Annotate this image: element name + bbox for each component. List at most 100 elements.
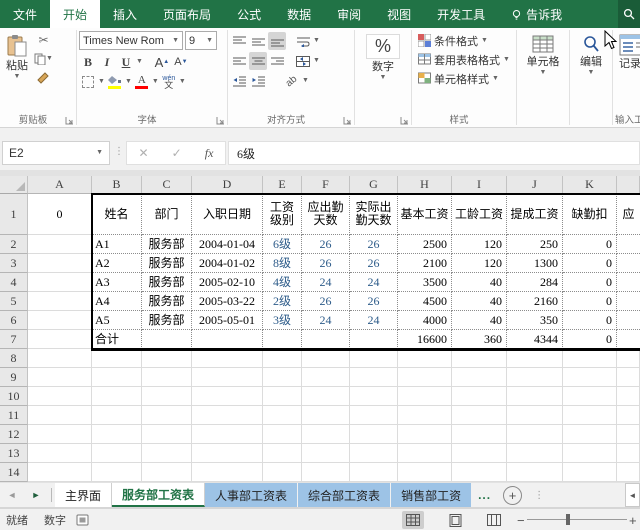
sheet-tab-general-dept[interactable]: 综合部工资表	[298, 483, 391, 507]
cell-C11[interactable]	[142, 406, 192, 425]
merge-center-dropdown-arrow[interactable]: ▼	[313, 58, 320, 64]
cell-I14[interactable]	[452, 463, 507, 482]
cell-L4[interactable]	[617, 273, 640, 292]
cell-H6[interactable]: 4000	[398, 311, 452, 330]
sheet-tab-hr-dept[interactable]: 人事部工资表	[205, 483, 298, 507]
cell-I10[interactable]	[452, 387, 507, 406]
row-header-8[interactable]: 8	[0, 349, 28, 368]
borders-dropdown-arrow[interactable]: ▼	[98, 79, 105, 85]
tab-tell-me[interactable]: 告诉我	[498, 0, 575, 28]
cell-H5[interactable]: 4500	[398, 292, 452, 311]
cell-E3[interactable]: 8级	[263, 254, 302, 273]
shrink-font-button[interactable]: A▼	[172, 53, 190, 71]
cell-A8[interactable]	[28, 349, 92, 368]
conditional-formatting-button[interactable]: 条件格式▼	[418, 31, 514, 50]
paste-button[interactable]: 粘贴 ▼	[2, 31, 32, 87]
row-header-5[interactable]: 5	[0, 292, 28, 311]
italic-button[interactable]: I	[98, 53, 116, 71]
col-header-K[interactable]: K	[563, 176, 617, 194]
cell-I8[interactable]	[452, 349, 507, 368]
cell-B7[interactable]: 合计	[92, 330, 142, 349]
tab-developer[interactable]: 开发工具	[424, 0, 498, 28]
borders-button[interactable]	[79, 73, 97, 91]
cell-G3[interactable]: 26	[350, 254, 398, 273]
cell-G12[interactable]	[350, 425, 398, 444]
cell-J5[interactable]: 2160	[507, 292, 563, 311]
cell-F10[interactable]	[302, 387, 350, 406]
row-header-10[interactable]: 10	[0, 387, 28, 406]
cell-H13[interactable]	[398, 444, 452, 463]
copy-button[interactable]: ▼	[34, 50, 53, 68]
cell-A10[interactable]	[28, 387, 92, 406]
horizontal-scroll-left-arrow[interactable]: ◄	[625, 483, 640, 507]
col-header-F[interactable]: F	[302, 176, 350, 194]
cell-B1[interactable]: 姓名	[92, 194, 142, 235]
number-dropdown-arrow[interactable]: ▼	[380, 75, 387, 81]
cell-B8[interactable]	[92, 349, 142, 368]
sheet-nav-prev[interactable]: ◄	[0, 483, 24, 507]
cell-B10[interactable]	[92, 387, 142, 406]
cell-L13[interactable]	[617, 444, 640, 463]
cell-C12[interactable]	[142, 425, 192, 444]
cell-H12[interactable]	[398, 425, 452, 444]
cell-F9[interactable]	[302, 368, 350, 387]
cell-G13[interactable]	[350, 444, 398, 463]
cell-D10[interactable]	[192, 387, 263, 406]
cells-button[interactable]: 单元格 ▼	[519, 31, 567, 79]
cell-B12[interactable]	[92, 425, 142, 444]
cell-D7[interactable]	[192, 330, 263, 349]
cell-G5[interactable]: 26	[350, 292, 398, 311]
increase-indent-button[interactable]	[249, 72, 267, 90]
font-color-button[interactable]: A	[133, 73, 151, 91]
cell-J7[interactable]: 4344	[507, 330, 563, 349]
cell-A7[interactable]	[28, 330, 92, 349]
cell-J2[interactable]: 250	[507, 235, 563, 254]
cell-F11[interactable]	[302, 406, 350, 425]
cell-J8[interactable]	[507, 349, 563, 368]
underline-dropdown-arrow[interactable]: ▼	[136, 59, 143, 65]
zoom-slider-track[interactable]	[527, 519, 627, 520]
cell-C4[interactable]: 服务部	[142, 273, 192, 292]
clipboard-dialog-launcher[interactable]	[65, 116, 74, 125]
cell-J4[interactable]: 284	[507, 273, 563, 292]
record-form-button[interactable]: 记录单	[615, 31, 640, 73]
row-header-6[interactable]: 6	[0, 311, 28, 330]
cell-C3[interactable]: 服务部	[142, 254, 192, 273]
cell-I1[interactable]: 工龄工资	[452, 194, 507, 235]
cell-I4[interactable]: 40	[452, 273, 507, 292]
cell-K11[interactable]	[563, 406, 617, 425]
cell-E11[interactable]	[263, 406, 302, 425]
cell-B5[interactable]: A4	[92, 292, 142, 311]
cell-J1[interactable]: 提成工资	[507, 194, 563, 235]
tab-insert[interactable]: 插入	[100, 0, 150, 28]
cell-K12[interactable]	[563, 425, 617, 444]
col-header-J[interactable]: J	[507, 176, 563, 194]
name-box-dropdown-arrow[interactable]: ▼	[96, 150, 103, 156]
number-dialog-launcher[interactable]	[400, 116, 409, 125]
row-header-9[interactable]: 9	[0, 368, 28, 387]
cell-K2[interactable]: 0	[563, 235, 617, 254]
cancel-button[interactable]: ✕	[139, 146, 149, 160]
cell-I2[interactable]: 120	[452, 235, 507, 254]
cell-H3[interactable]: 2100	[398, 254, 452, 273]
cell-L12[interactable]	[617, 425, 640, 444]
cell-J6[interactable]: 350	[507, 311, 563, 330]
search-button[interactable]	[618, 0, 640, 28]
row-header-2[interactable]: 2	[0, 235, 28, 254]
insert-function-button[interactable]: fx	[205, 146, 214, 161]
cell-D2[interactable]: 2004-01-04	[192, 235, 263, 254]
cell-F2[interactable]: 26	[302, 235, 350, 254]
cell-G6[interactable]: 24	[350, 311, 398, 330]
cell-F6[interactable]: 24	[302, 311, 350, 330]
cell-F1[interactable]: 应出勤天数	[302, 194, 350, 235]
tab-review[interactable]: 审阅	[324, 0, 374, 28]
cell-J9[interactable]	[507, 368, 563, 387]
cell-D11[interactable]	[192, 406, 263, 425]
col-header-B[interactable]: B	[92, 176, 142, 194]
align-right-button[interactable]	[268, 52, 286, 70]
cell-B11[interactable]	[92, 406, 142, 425]
cell-K14[interactable]	[563, 463, 617, 482]
merge-center-button[interactable]	[294, 52, 312, 70]
top-align-button[interactable]	[230, 32, 248, 50]
page-break-view-button[interactable]	[483, 511, 505, 529]
